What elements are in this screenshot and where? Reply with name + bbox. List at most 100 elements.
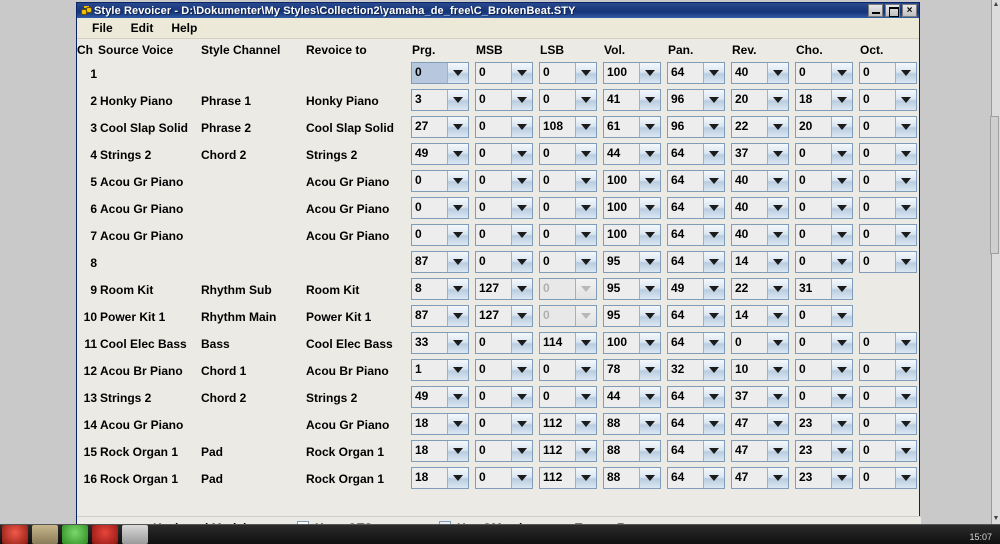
- chevron-down-icon[interactable]: [448, 360, 468, 380]
- chevron-down-icon[interactable]: [640, 468, 660, 488]
- spinner-vol[interactable]: 100: [603, 224, 661, 246]
- spinner-oct[interactable]: 0: [859, 224, 917, 246]
- chevron-down-icon[interactable]: [640, 306, 660, 326]
- spinner-value-msb[interactable]: 0: [476, 333, 512, 353]
- chevron-down-icon[interactable]: [512, 252, 532, 272]
- chevron-down-icon[interactable]: [768, 144, 788, 164]
- spinner-cho[interactable]: 18: [795, 89, 853, 111]
- spinner-value-prg[interactable]: 3: [412, 90, 448, 110]
- menu-item-help[interactable]: Help: [162, 19, 206, 37]
- spinner-cho[interactable]: 31: [795, 278, 853, 300]
- spinner-value-pan[interactable]: 64: [668, 387, 704, 407]
- chevron-down-icon[interactable]: [640, 387, 660, 407]
- spinner-value-msb[interactable]: 0: [476, 117, 512, 137]
- spinner-lsb[interactable]: 0: [539, 278, 597, 300]
- spinner-value-rev[interactable]: 0: [732, 333, 768, 353]
- spinner-oct[interactable]: 0: [859, 116, 917, 138]
- spinner-rev[interactable]: 40: [731, 197, 789, 219]
- chevron-down-icon[interactable]: [512, 414, 532, 434]
- chevron-down-icon[interactable]: [448, 198, 468, 218]
- scrollbar-thumb[interactable]: [990, 116, 999, 254]
- chevron-down-icon[interactable]: [576, 90, 596, 110]
- spinner-value-lsb[interactable]: 0: [540, 90, 576, 110]
- chevron-down-icon[interactable]: [896, 144, 916, 164]
- close-button[interactable]: ×: [902, 4, 917, 17]
- chevron-down-icon[interactable]: [448, 414, 468, 434]
- spinner-oct[interactable]: 0: [859, 413, 917, 435]
- spinner-prg[interactable]: 8: [411, 278, 469, 300]
- spinner-msb[interactable]: 0: [475, 89, 533, 111]
- spinner-prg[interactable]: 1: [411, 359, 469, 381]
- chevron-down-icon[interactable]: [704, 414, 724, 434]
- chevron-down-icon[interactable]: [704, 387, 724, 407]
- spinner-msb[interactable]: 127: [475, 278, 533, 300]
- chevron-down-icon[interactable]: [704, 90, 724, 110]
- spinner-lsb[interactable]: 0: [539, 62, 597, 84]
- chevron-down-icon[interactable]: [896, 468, 916, 488]
- spinner-rev[interactable]: 37: [731, 386, 789, 408]
- spinner-rev[interactable]: 22: [731, 116, 789, 138]
- spinner-value-oct[interactable]: 0: [860, 333, 896, 353]
- spinner-value-vol[interactable]: 100: [604, 225, 640, 245]
- spinner-prg[interactable]: 18: [411, 467, 469, 489]
- chevron-down-icon[interactable]: [448, 252, 468, 272]
- chevron-down-icon[interactable]: [832, 144, 852, 164]
- spinner-pan[interactable]: 64: [667, 224, 725, 246]
- spinner-value-lsb[interactable]: 0: [540, 63, 576, 83]
- chevron-down-icon[interactable]: [832, 468, 852, 488]
- spinner-lsb[interactable]: 112: [539, 467, 597, 489]
- chevron-down-icon[interactable]: [768, 171, 788, 191]
- chevron-down-icon[interactable]: [832, 279, 852, 299]
- spinner-msb[interactable]: 0: [475, 440, 533, 462]
- spinner-vol[interactable]: 100: [603, 170, 661, 192]
- spinner-cho[interactable]: 0: [795, 62, 853, 84]
- spinner-msb[interactable]: 0: [475, 170, 533, 192]
- spinner-rev[interactable]: 20: [731, 89, 789, 111]
- spinner-pan[interactable]: 96: [667, 116, 725, 138]
- spinner-value-vol[interactable]: 61: [604, 117, 640, 137]
- spinner-value-prg[interactable]: 87: [412, 252, 448, 272]
- chevron-down-icon[interactable]: [768, 117, 788, 137]
- menu-item-file[interactable]: File: [83, 19, 122, 37]
- chevron-down-icon[interactable]: [768, 306, 788, 326]
- chevron-down-icon[interactable]: [704, 333, 724, 353]
- spinner-value-cho[interactable]: 0: [796, 333, 832, 353]
- chevron-down-icon[interactable]: [512, 306, 532, 326]
- chevron-down-icon[interactable]: [768, 360, 788, 380]
- spinner-value-oct[interactable]: 0: [860, 387, 896, 407]
- spinner-value-vol[interactable]: 100: [604, 63, 640, 83]
- chevron-down-icon[interactable]: [640, 333, 660, 353]
- chevron-down-icon[interactable]: [640, 414, 660, 434]
- spinner-value-lsb[interactable]: 0: [540, 171, 576, 191]
- spinner-value-pan[interactable]: 64: [668, 198, 704, 218]
- spinner-value-rev[interactable]: 14: [732, 252, 768, 272]
- spinner-lsb[interactable]: 0: [539, 170, 597, 192]
- spinner-msb[interactable]: 0: [475, 116, 533, 138]
- spinner-value-lsb[interactable]: 0: [540, 252, 576, 272]
- chevron-down-icon[interactable]: [704, 306, 724, 326]
- spinner-value-msb[interactable]: 0: [476, 252, 512, 272]
- chevron-down-icon[interactable]: [576, 414, 596, 434]
- menu-item-edit[interactable]: Edit: [122, 19, 163, 37]
- spinner-value-lsb[interactable]: 108: [540, 117, 576, 137]
- spinner-msb[interactable]: 0: [475, 224, 533, 246]
- spinner-value-lsb[interactable]: 0: [540, 387, 576, 407]
- chevron-down-icon[interactable]: [704, 252, 724, 272]
- spinner-value-cho[interactable]: 0: [796, 198, 832, 218]
- spinner-lsb[interactable]: 112: [539, 413, 597, 435]
- chevron-down-icon[interactable]: [896, 171, 916, 191]
- spinner-pan[interactable]: 49: [667, 278, 725, 300]
- spinner-value-lsb[interactable]: 112: [540, 441, 576, 461]
- spinner-msb[interactable]: 0: [475, 359, 533, 381]
- chevron-down-icon[interactable]: [640, 117, 660, 137]
- chevron-down-icon[interactable]: [640, 63, 660, 83]
- spinner-value-prg[interactable]: 18: [412, 414, 448, 434]
- chevron-down-icon[interactable]: [768, 198, 788, 218]
- spinner-value-cho[interactable]: 0: [796, 387, 832, 407]
- chevron-down-icon[interactable]: [512, 171, 532, 191]
- spinner-value-cho[interactable]: 18: [796, 90, 832, 110]
- chevron-down-icon[interactable]: [448, 144, 468, 164]
- chevron-down-icon[interactable]: [576, 360, 596, 380]
- spinner-value-rev[interactable]: 40: [732, 171, 768, 191]
- spinner-value-pan[interactable]: 64: [668, 414, 704, 434]
